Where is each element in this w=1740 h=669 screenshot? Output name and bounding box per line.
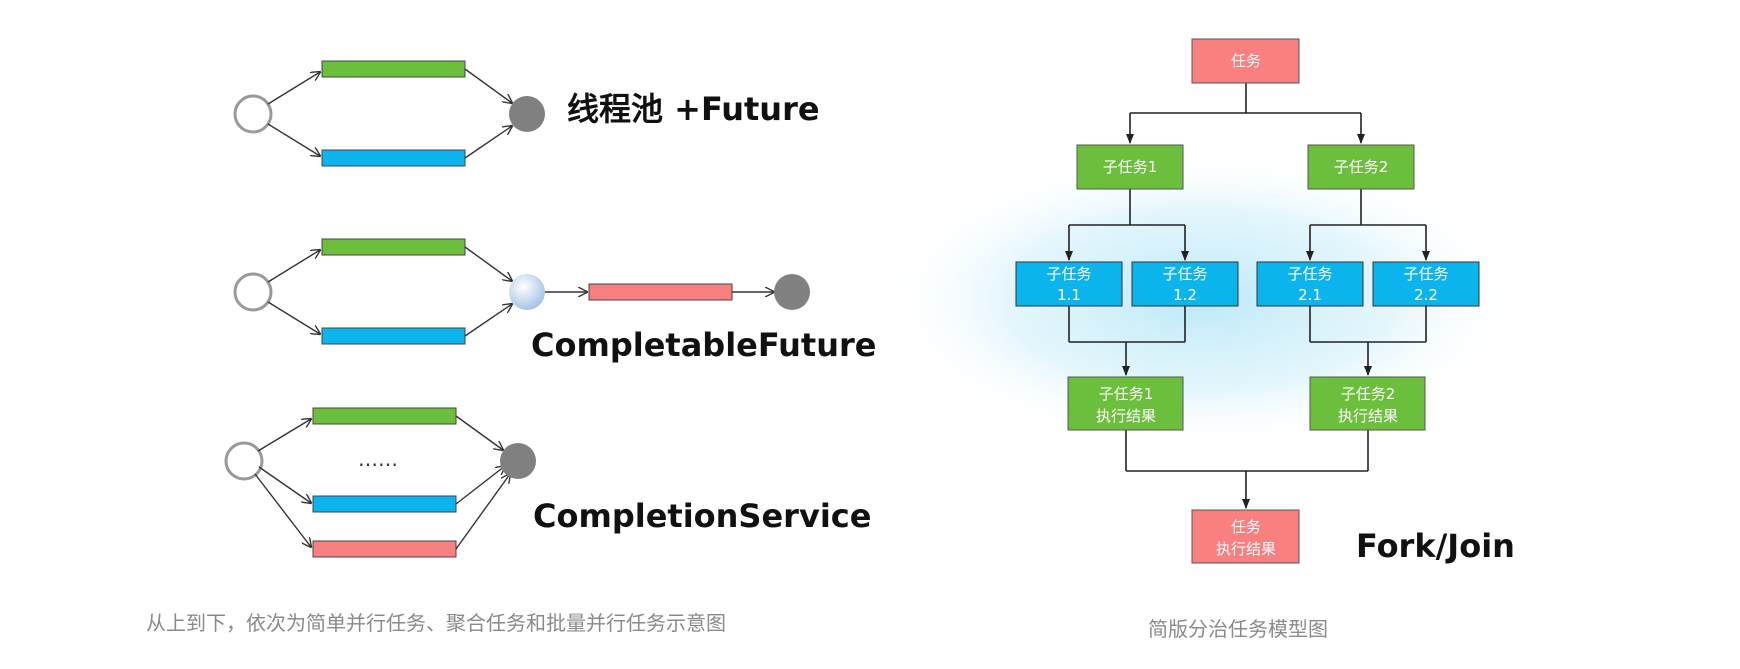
right-caption: 简版分治任务模型图 [1148,617,1328,641]
end-node [774,274,810,310]
end-node [509,96,545,132]
end-node [500,443,536,479]
task-bar-green [321,60,466,78]
subtask-2-1-line1: 子任务 [1287,265,1332,283]
final-result-line1: 任务 [1231,518,1261,536]
subtask2-box: 子任务2 [1307,144,1415,190]
start-node [224,441,264,481]
subtask1-label: 子任务1 [1103,158,1158,176]
merge-node [509,274,545,310]
left-panel: 线程池 +Future CompletableFuture …… Complet… [146,60,876,635]
fork-join-label: Fork/Join [1356,527,1515,565]
subtask1-result-box: 子任务1 执行结果 [1067,376,1184,431]
subtask1-box: 子任务1 [1076,144,1184,190]
completable-future-diagram: CompletableFuture [233,238,876,364]
ellipsis: …… [358,447,398,471]
task-bar-blue [321,327,466,345]
right-panel: 任务 子任务1 子任务2 子任务 1.1 子任务 1.2 子任务 2.1 子任务 [880,38,1520,641]
subtask-2-2-box: 子任务 2.2 [1372,261,1480,307]
final-result-line2: 执行结果 [1216,540,1276,558]
task-bar-green [312,407,457,425]
subtask-1-2-box: 子任务 1.2 [1131,261,1239,307]
root-task-label: 任务 [1231,52,1261,70]
subtask-2-1-line2: 2.1 [1298,286,1322,304]
task-bar-blue [321,149,466,167]
subtask2-result-line2: 执行结果 [1338,407,1398,425]
subtask1-result-line2: 执行结果 [1096,407,1156,425]
threadpool-future-diagram: 线程池 +Future [233,60,820,167]
subtask-1-1-box: 子任务 1.1 [1015,261,1123,307]
subtask-1-1-line1: 子任务 [1046,265,1091,283]
root-task-box: 任务 [1191,38,1300,84]
final-result-box: 任务 执行结果 [1191,509,1300,564]
subtask-1-1-line2: 1.1 [1057,286,1081,304]
task-bar-blue [312,495,457,513]
completion-service-diagram: …… CompletionService [224,407,871,558]
task-bar-red [312,540,457,558]
left-caption: 从上到下，依次为简单并行任务、聚合任务和批量并行任务示意图 [146,611,726,635]
completion-service-label: CompletionService [533,497,871,535]
subtask2-result-box: 子任务2 执行结果 [1309,376,1426,431]
subtask-1-2-line2: 1.2 [1173,286,1197,304]
threadpool-future-label: 线程池 +Future [567,90,820,128]
completable-future-label: CompletableFuture [531,326,876,364]
subtask2-result-line1: 子任务2 [1341,385,1396,403]
subtask-1-2-line1: 子任务 [1162,265,1207,283]
subtask2-label: 子任务2 [1334,158,1389,176]
task-bar-red [588,283,733,301]
start-node [233,272,273,312]
subtask-2-1-box: 子任务 2.1 [1256,261,1364,307]
subtask-2-2-line2: 2.2 [1414,286,1438,304]
subtask-2-2-line1: 子任务 [1403,265,1448,283]
task-bar-green [321,238,466,256]
subtask1-result-line1: 子任务1 [1099,385,1154,403]
start-node [233,94,273,134]
diagram-canvas: 线程池 +Future CompletableFuture …… Complet… [146,38,1520,641]
